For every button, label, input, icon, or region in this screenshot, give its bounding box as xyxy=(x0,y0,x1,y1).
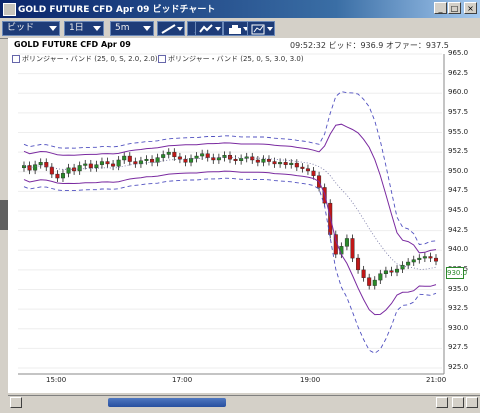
y-tick-label: 927.5 xyxy=(448,343,469,352)
maximize-button[interactable]: □ xyxy=(448,2,461,14)
chart-symbol-label: GOLD FUTURE CFD Apr 09 xyxy=(14,40,131,49)
scroll-right-button[interactable] xyxy=(436,397,448,408)
legend-toggle-icon xyxy=(12,55,20,63)
horizontal-scrollbar[interactable] xyxy=(8,395,480,410)
chevron-down-icon xyxy=(93,26,101,31)
y-tick-label: 957.5 xyxy=(448,107,469,116)
y-tick-label: 932.5 xyxy=(448,304,469,313)
chart-area[interactable] xyxy=(8,38,480,393)
draw-line-icon xyxy=(161,24,176,34)
y-tick-label: 950.0 xyxy=(448,166,469,175)
y-tick-label: 945.0 xyxy=(448,206,469,214)
y-tick-label: 955.0 xyxy=(448,127,469,136)
y-tick-label: 960.0 xyxy=(448,88,469,97)
x-tick-label: 15:00 xyxy=(46,376,67,384)
y-tick-label: 935.0 xyxy=(448,284,469,293)
legend-bb3[interactable]: ボリンジャー・バンド (25, 0, S, 3.0, 3.0) xyxy=(158,54,304,64)
period-dropdown[interactable]: 1日 xyxy=(64,21,104,36)
title-bar[interactable]: GOLD FUTURE CFD Apr 09 ビッドチャート _ □ × xyxy=(0,0,480,18)
x-tick-label: 21:00 xyxy=(426,376,447,384)
legend-bb2-label: ボリンジャー・バンド (25, 0, S, 2.0, 2.0) xyxy=(22,55,158,63)
price-type-dropdown[interactable]: ビッド xyxy=(2,21,60,36)
chart-image-button[interactable] xyxy=(247,21,275,36)
legend-bb2[interactable]: ボリンジャー・バンド (25, 0, S, 2.0, 2.0) xyxy=(12,54,158,64)
price-type-value: ビッド xyxy=(7,23,35,33)
x-tick-label: 19:00 xyxy=(300,376,321,384)
interval-value: 5m xyxy=(115,23,130,33)
legend-toggle-icon xyxy=(158,55,166,63)
app-icon xyxy=(3,3,16,16)
chevron-down-icon xyxy=(177,27,183,31)
chevron-down-icon xyxy=(215,27,221,31)
y-tick-label: 947.5 xyxy=(448,186,469,195)
interval-dropdown[interactable]: 5m xyxy=(110,21,154,36)
y-tick-label: 965.0 xyxy=(448,49,469,57)
chevron-down-icon xyxy=(267,27,273,31)
zoom-in-button[interactable] xyxy=(466,397,478,408)
print-icon xyxy=(229,25,241,34)
y-tick-label: 962.5 xyxy=(448,68,469,77)
scroll-thumb[interactable] xyxy=(108,398,226,407)
y-tick-label: 925.0 xyxy=(448,363,469,371)
x-tick-label: 17:00 xyxy=(172,376,193,384)
chart-image-icon xyxy=(251,24,265,35)
toolbar: ビッド 1日 5m xyxy=(0,18,480,39)
indicator-icon xyxy=(199,24,213,33)
y-tick-label: 940.0 xyxy=(448,245,469,254)
draw-line-button[interactable] xyxy=(157,21,185,36)
y-tick-label: 952.5 xyxy=(448,147,469,156)
current-price-tag: 930.0 xyxy=(446,267,468,279)
chevron-down-icon xyxy=(143,26,151,31)
window-title: GOLD FUTURE CFD Apr 09 ビッドチャート xyxy=(18,5,216,15)
y-tick-label: 930.0 xyxy=(448,323,469,332)
minimize-button[interactable]: _ xyxy=(434,2,447,14)
chart-window: GOLD FUTURE CFD Apr 09 ビッドチャート _ □ × ビッド… xyxy=(0,0,480,413)
panel-handle[interactable] xyxy=(0,200,8,230)
zoom-out-button[interactable] xyxy=(452,397,464,408)
close-button[interactable]: × xyxy=(464,2,477,14)
y-tick-label: 942.5 xyxy=(448,225,469,234)
legend-bb3-label: ボリンジャー・バンド (25, 0, S, 3.0, 3.0) xyxy=(168,55,304,63)
chevron-down-icon xyxy=(49,26,57,31)
period-value: 1日 xyxy=(69,23,84,33)
indicator-button[interactable] xyxy=(195,21,223,36)
bid-offer-info: 09:52:32 ビッド：936.9 オファー：937.5 xyxy=(290,41,449,50)
scroll-left-button[interactable] xyxy=(10,397,22,408)
